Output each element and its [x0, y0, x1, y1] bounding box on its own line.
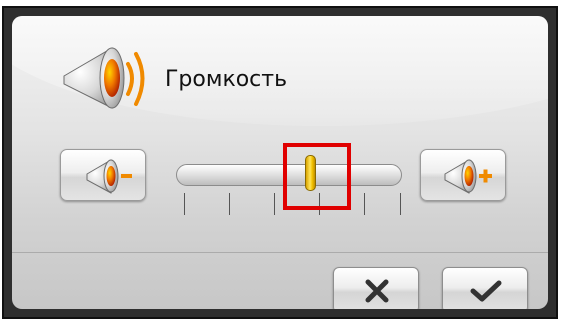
checkmark-icon [470, 280, 502, 302]
speaker-plus-icon [444, 159, 492, 194]
close-icon [365, 279, 389, 303]
highlight-box [283, 143, 351, 210]
volume-up-button[interactable] [420, 149, 506, 201]
slider-tick [400, 193, 401, 215]
dialog-title: Громкость [165, 67, 288, 92]
dialog-panel: Громкость [12, 16, 548, 309]
cancel-button[interactable] [333, 267, 419, 309]
speaker-minus-icon [86, 159, 132, 194]
confirm-button[interactable] [442, 267, 528, 309]
footer-divider [12, 252, 548, 253]
slider-tick [364, 193, 365, 215]
volume-down-button[interactable] [60, 149, 146, 201]
speaker-volume-icon [52, 34, 152, 122]
slider-tick [274, 193, 275, 215]
slider-tick [184, 193, 185, 215]
volume-dialog: Громкость [2, 6, 558, 319]
slider-tick [229, 193, 230, 215]
